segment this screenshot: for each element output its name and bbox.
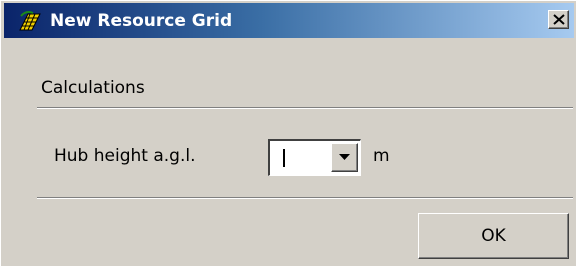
hub-height-combo[interactable]	[268, 139, 361, 176]
hub-height-dropdown-button[interactable]	[331, 143, 358, 172]
wind-resource-icon	[18, 10, 42, 32]
chevron-down-icon	[339, 154, 350, 160]
section-divider-top	[37, 107, 573, 109]
ok-button[interactable]: OK	[418, 213, 569, 259]
window-title: New Resource Grid	[50, 11, 233, 31]
text-caret	[283, 149, 285, 167]
close-icon	[553, 14, 565, 25]
hub-height-unit: m	[373, 146, 390, 166]
close-button[interactable]	[548, 10, 569, 29]
hub-height-label: Hub height a.g.l.	[54, 146, 196, 166]
dialog-window: New Resource Grid Calculations Hub heigh…	[0, 0, 576, 266]
section-divider-bottom	[37, 197, 573, 199]
title-bar[interactable]: New Resource Grid	[4, 3, 574, 38]
section-title-calculations: Calculations	[41, 78, 145, 98]
